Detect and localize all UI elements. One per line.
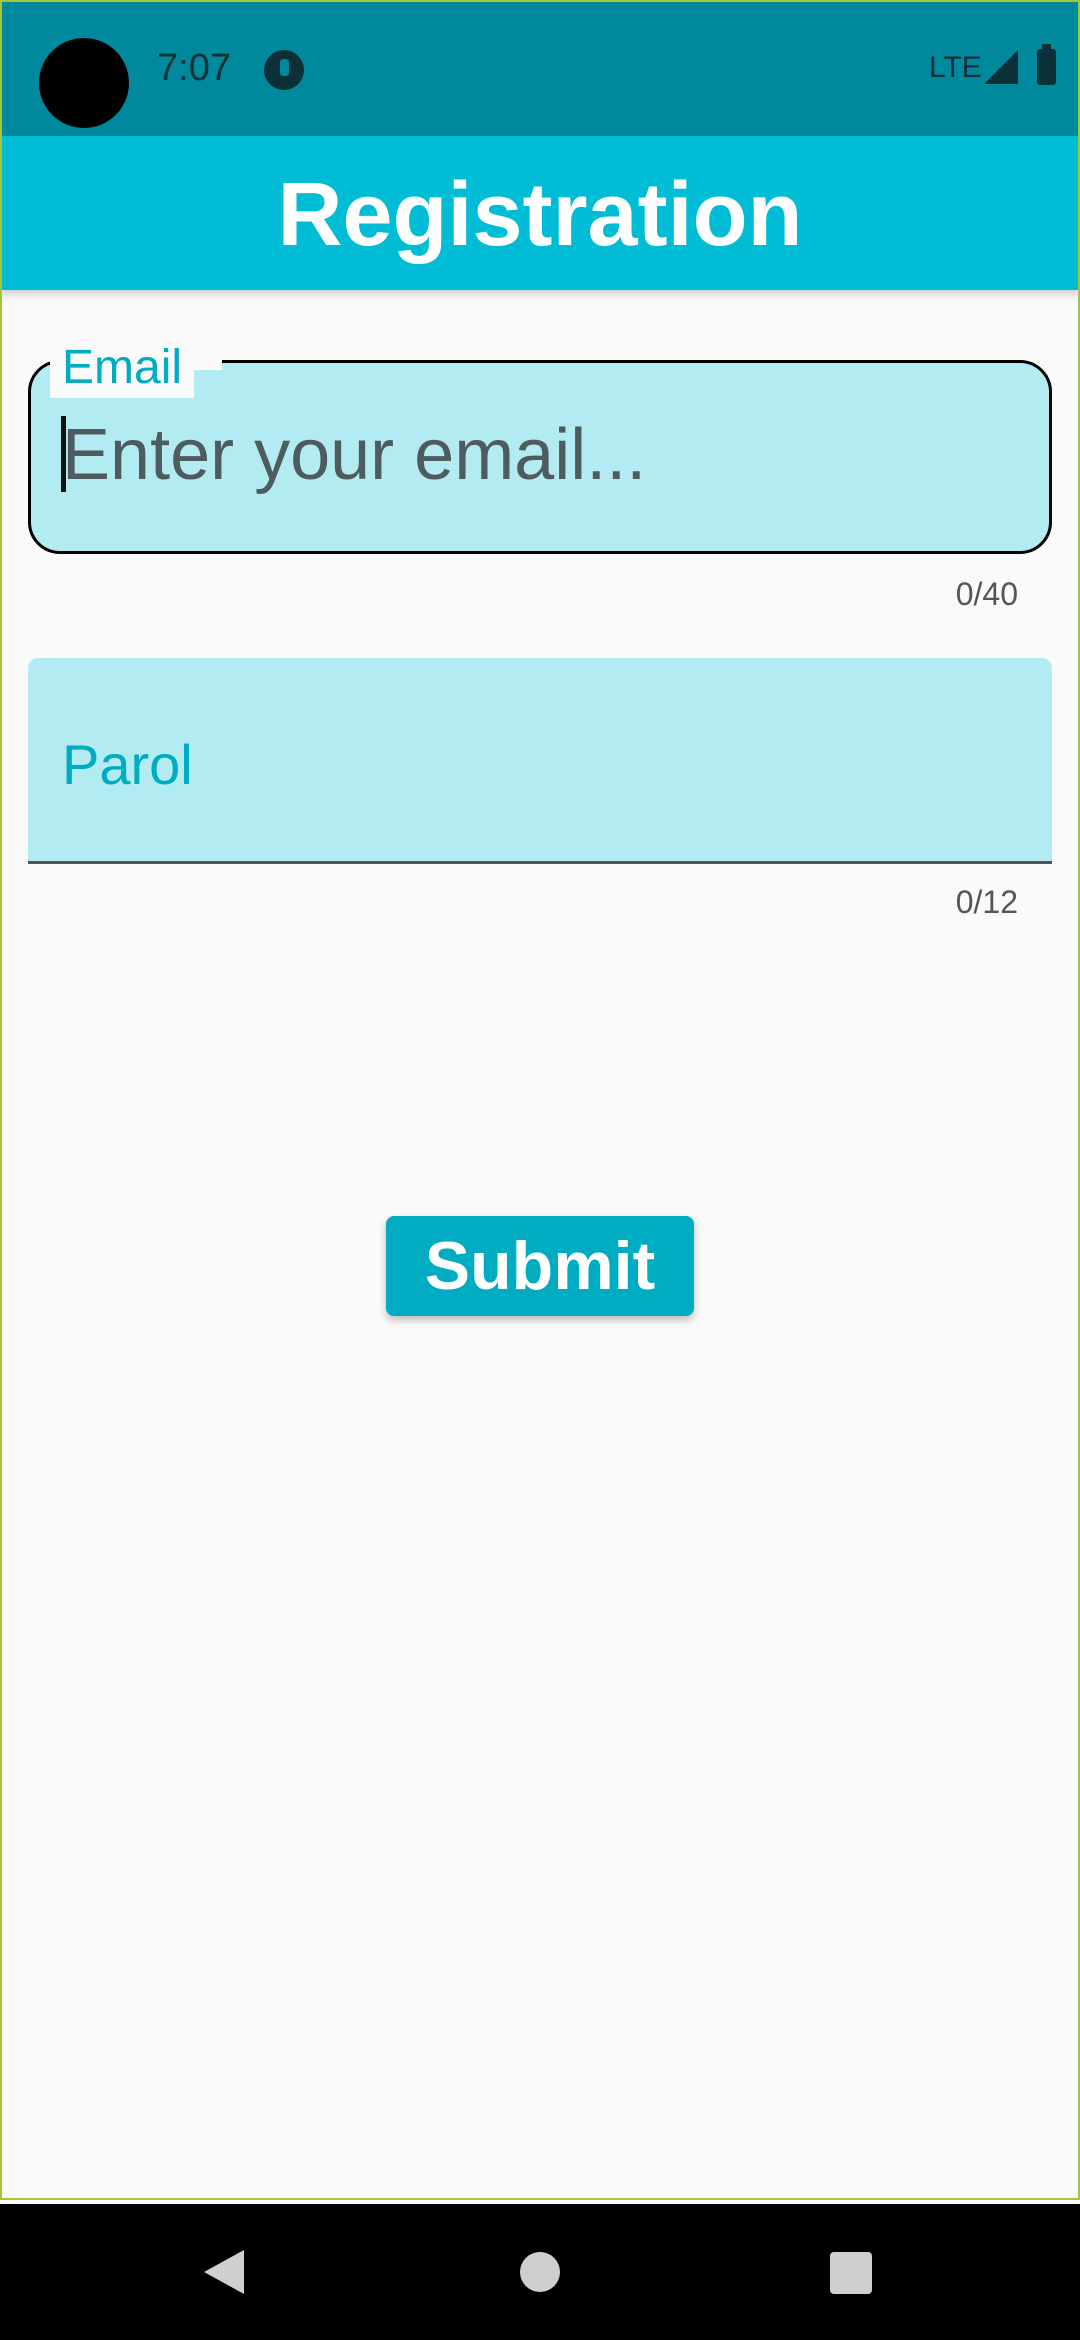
screen-frame xyxy=(0,0,1080,2200)
app-screen: 7:07 LTE Registration Email 0/40 Parol 0… xyxy=(0,0,1080,2340)
battery-icon xyxy=(1037,44,1056,85)
parol-char-counter: 0/12 xyxy=(955,884,1018,920)
submit-button[interactable]: Submit xyxy=(386,1216,694,1316)
parol-label: Parol xyxy=(62,733,193,796)
signal-icon xyxy=(984,50,1018,84)
home-icon[interactable] xyxy=(520,2252,560,2292)
back-icon[interactable] xyxy=(204,2250,244,2294)
recents-icon[interactable] xyxy=(830,2252,872,2294)
text-cursor xyxy=(61,416,66,492)
camera-cutout xyxy=(39,38,129,128)
page-title: Registration xyxy=(277,164,803,265)
email-label: Email xyxy=(50,338,195,398)
network-type: LTE xyxy=(929,51,982,84)
status-bar: 7:07 LTE xyxy=(0,0,1080,136)
email-char-counter: 0/40 xyxy=(955,576,1018,612)
status-time: 7:07 xyxy=(157,47,231,89)
notification-icon xyxy=(264,50,304,90)
app-bar: Registration xyxy=(0,136,1080,290)
email-input[interactable] xyxy=(62,410,1022,500)
